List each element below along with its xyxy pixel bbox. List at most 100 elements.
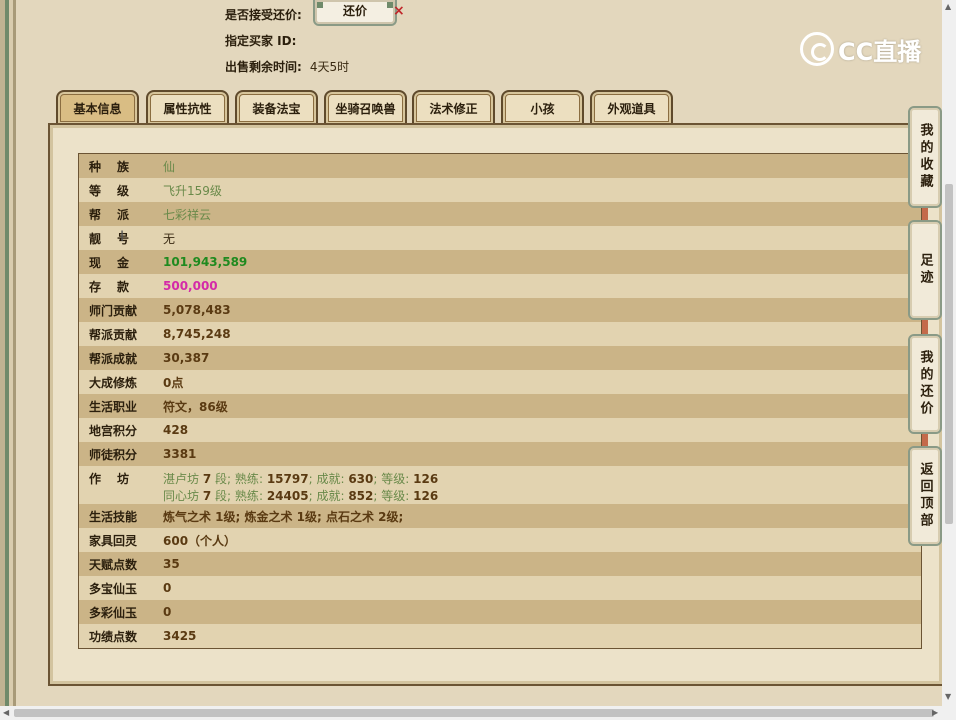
cash-label: 现金 [89, 255, 146, 270]
table-row: 生活技能 炼气之术 1级; 炼金之术 1级; 点石之术 2级; [79, 504, 921, 528]
level-label: 等级 [89, 183, 146, 198]
level-value: 飞升159级 [163, 183, 222, 198]
workshop-rank: 7 [202, 489, 212, 503]
disciple-label: 师徒积分 [89, 447, 138, 462]
life-skill-label: 生活技能 [89, 509, 138, 524]
race-label: 种族 [89, 159, 146, 174]
table-row-workshop: 作坊 湛卢坊 7 段; 熟练: 15797; 成就: 630; 等级: 126 … [79, 466, 921, 504]
talent-label: 天赋点数 [89, 557, 138, 572]
basic-info-panel: 种族 仙 等级 飞升159级 帮派 七彩祥云 靓号 无 现金 101,943,5… [48, 123, 944, 686]
palace-value: 428 [163, 423, 189, 437]
faction-label: 帮派 [89, 207, 146, 222]
scroll-up-icon[interactable]: ▲ [945, 2, 951, 11]
talent-value: 35 [163, 557, 180, 571]
workshop-label: 作坊 [89, 472, 146, 486]
table-row: 天赋点数 35 [79, 552, 921, 576]
workshop-line: 湛卢坊 7 段; 熟练: 15797; 成就: 630; 等级: 126 [163, 472, 439, 486]
tab-equipment[interactable]: 装备法宝 [235, 90, 318, 124]
workshop-name: 湛卢坊 [163, 472, 200, 486]
vertical-scroll-thumb[interactable] [945, 184, 953, 524]
home-label: 家具回灵 [89, 533, 138, 548]
workshop-level-label: 等级 [381, 489, 406, 503]
buyer-id-label: 指定买家 ID: [225, 34, 297, 48]
workshop-level: 126 [413, 472, 439, 486]
table-row: 师徒积分 3381 [79, 442, 921, 466]
horizontal-scroll-thumb[interactable] [14, 709, 934, 717]
treasure-jade-value: 0 [163, 581, 172, 595]
tab-child[interactable]: 小孩 [501, 90, 584, 124]
workshop-skill-label: 熟练 [234, 472, 259, 486]
basic-info-table: 种族 仙 等级 飞升159级 帮派 七彩祥云 靓号 无 现金 101,943,5… [78, 153, 922, 649]
table-row: 功绩点数 3425 [79, 624, 921, 648]
vertical-scrollbar[interactable]: ▲ ▼ [942, 0, 956, 706]
workshop-rank-unit: 段 [215, 472, 228, 486]
scroll-down-icon[interactable]: ▼ [945, 692, 951, 701]
table-row: 帮派 七彩祥云 [79, 202, 921, 226]
tab-appearance[interactable]: 外观道具 [590, 90, 673, 124]
workshop-rank-unit: 段 [215, 489, 228, 503]
bargain-button[interactable]: 还价 [313, 0, 397, 26]
close-icon[interactable]: × [393, 3, 405, 19]
deposit-value: 500,000 [163, 279, 218, 293]
back-to-top-button[interactable]: 返回顶部 [908, 446, 942, 546]
workshop-name: 同心坊 [163, 489, 200, 503]
time-left-label: 出售剩余时间: [225, 60, 302, 74]
cc-live-logo: CC直播 [800, 30, 921, 68]
deposit-label: 存款 [89, 279, 146, 294]
my-favorites-button[interactable]: 我的收藏 [908, 106, 942, 208]
side-button-label: 我的还价 [917, 350, 933, 418]
scroll-right-icon[interactable]: ▶ [932, 708, 938, 717]
table-row: 多彩仙玉 0 [79, 600, 921, 624]
logo-text: CC直播 [838, 37, 922, 66]
title-label: 靓号 [89, 231, 146, 246]
tab-spell-mods[interactable]: 法术修正 [412, 90, 495, 124]
workshop-level: 126 [413, 489, 439, 503]
faction-achieve-label: 帮派成就 [89, 351, 138, 366]
scroll-left-icon[interactable]: ◀ [3, 708, 9, 717]
my-bargains-button[interactable]: 我的还价 [908, 334, 942, 434]
workshop-achieve: 852 [348, 489, 374, 503]
table-row: 师门贡献 5,078,483 [79, 298, 921, 322]
workshop-skill: 15797 [266, 472, 309, 486]
merit-value: 3425 [163, 629, 197, 643]
table-row: 家具回灵 600（个人） [79, 528, 921, 552]
master-contrib-value: 5,078,483 [163, 303, 231, 317]
workshop-achieve-label: 成就 [316, 489, 341, 503]
faction-contrib-label: 帮派贡献 [89, 327, 138, 342]
table-row: 现金 101,943,589 [79, 250, 921, 274]
disciple-value: 3381 [163, 447, 197, 461]
workshop-achieve: 630 [348, 472, 374, 486]
workshop-line: 同心坊 7 段; 熟练: 24405; 成就: 852; 等级: 126 [163, 489, 439, 503]
table-row: 大成修炼 0点 [79, 370, 921, 394]
color-jade-label: 多彩仙玉 [89, 605, 138, 620]
profession-value: 符文，86级 [163, 399, 228, 414]
left-decorative-border [0, 0, 22, 706]
cultivation-label: 大成修炼 [89, 375, 138, 390]
side-button-label: 我的收藏 [917, 123, 933, 191]
accept-bargain-label: 是否接受还价: [225, 8, 302, 22]
side-nav-link [922, 318, 928, 334]
table-row: 等级 飞升159级 [79, 178, 921, 202]
faction-value: 七彩祥云 [163, 207, 212, 222]
table-row: 种族 仙 [79, 154, 921, 178]
race-value: 仙 [163, 159, 176, 174]
workshop-achieve-label: 成就 [316, 472, 341, 486]
workshop-level-label: 等级 [381, 472, 406, 486]
time-left-value: 4天5时 [309, 60, 350, 74]
workshop-skill-label: 熟练 [234, 489, 259, 503]
tab-mounts-pets[interactable]: 坐骑召唤兽 [324, 90, 407, 124]
horizontal-scrollbar[interactable]: ◀ ▶ [0, 706, 956, 720]
table-row: 帮派贡献 8,745,248 [79, 322, 921, 346]
tab-basic-info[interactable]: 基本信息 [56, 90, 139, 124]
home-value: 600（个人） [163, 533, 237, 548]
text-cursor-icon: I [120, 229, 125, 245]
master-contrib-label: 师门贡献 [89, 303, 138, 318]
table-row: 生活职业 符文，86级 [79, 394, 921, 418]
palace-label: 地宫积分 [89, 423, 138, 438]
table-row: 存款 500,000 [79, 274, 921, 298]
table-row: 帮派成就 30,387 [79, 346, 921, 370]
time-left-row: 出售剩余时间: 4天5时 [225, 58, 349, 75]
side-button-label: 足迹 [917, 253, 933, 287]
footprints-button[interactable]: 足迹 [908, 220, 942, 320]
tab-attributes[interactable]: 属性抗性 [146, 90, 229, 124]
